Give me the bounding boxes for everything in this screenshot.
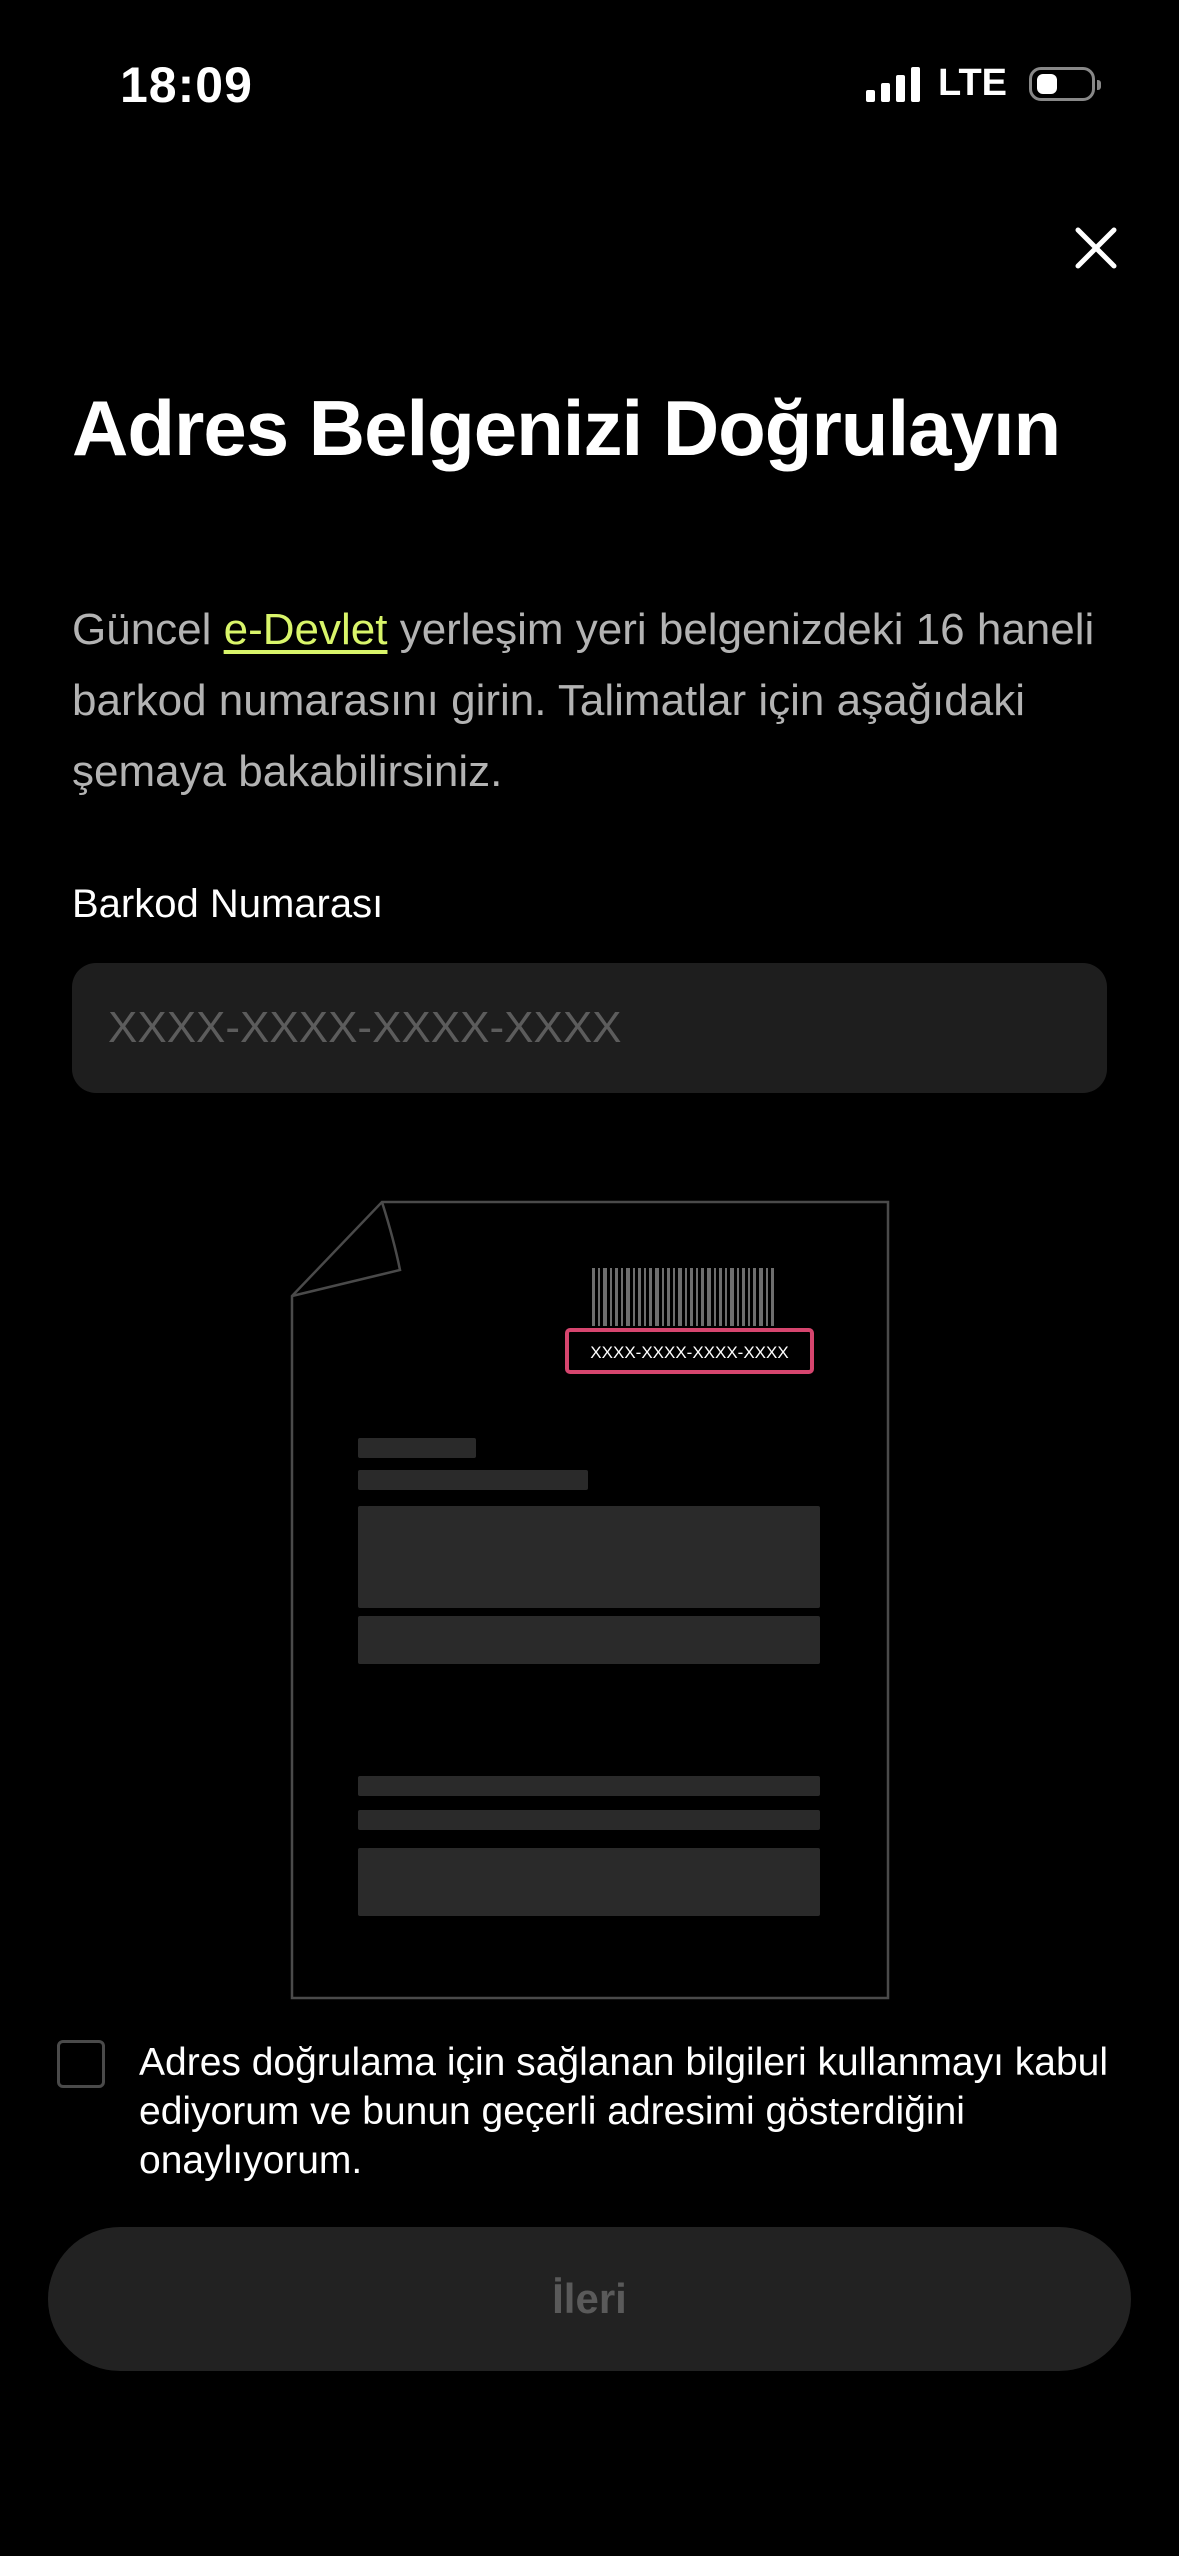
description: Güncel e-Devlet yerleşim yeri belgenizde… [72, 594, 1132, 807]
status-bar: 18:09 LTE [0, 0, 1179, 170]
battery-icon [1029, 66, 1101, 101]
status-indicators: LTE [866, 62, 1101, 105]
description-prefix: Güncel [72, 605, 224, 654]
page-title: Adres Belgenizi Doğrulayın [72, 384, 1061, 472]
close-icon [1075, 227, 1117, 269]
consent-text[interactable]: Adres doğrulama için sağlanan bilgileri … [139, 2038, 1129, 2185]
barcode-label: Barkod Numarası [72, 882, 384, 926]
status-time: 18:09 [120, 57, 253, 113]
barcode-input[interactable] [72, 963, 1107, 1093]
e-devlet-link[interactable]: e-Devlet [224, 605, 388, 654]
next-button[interactable]: İleri [48, 2227, 1131, 2371]
barcode-number-text: XXXX-XXXX-XXXX-XXXX [590, 1343, 788, 1362]
network-label: LTE [938, 62, 1007, 104]
document-illustration: XXXX-XXXX-XXXX-XXXX [290, 1200, 890, 2000]
signal-icon [866, 66, 921, 102]
close-button[interactable] [1066, 218, 1126, 278]
consent-checkbox[interactable] [57, 2040, 105, 2088]
